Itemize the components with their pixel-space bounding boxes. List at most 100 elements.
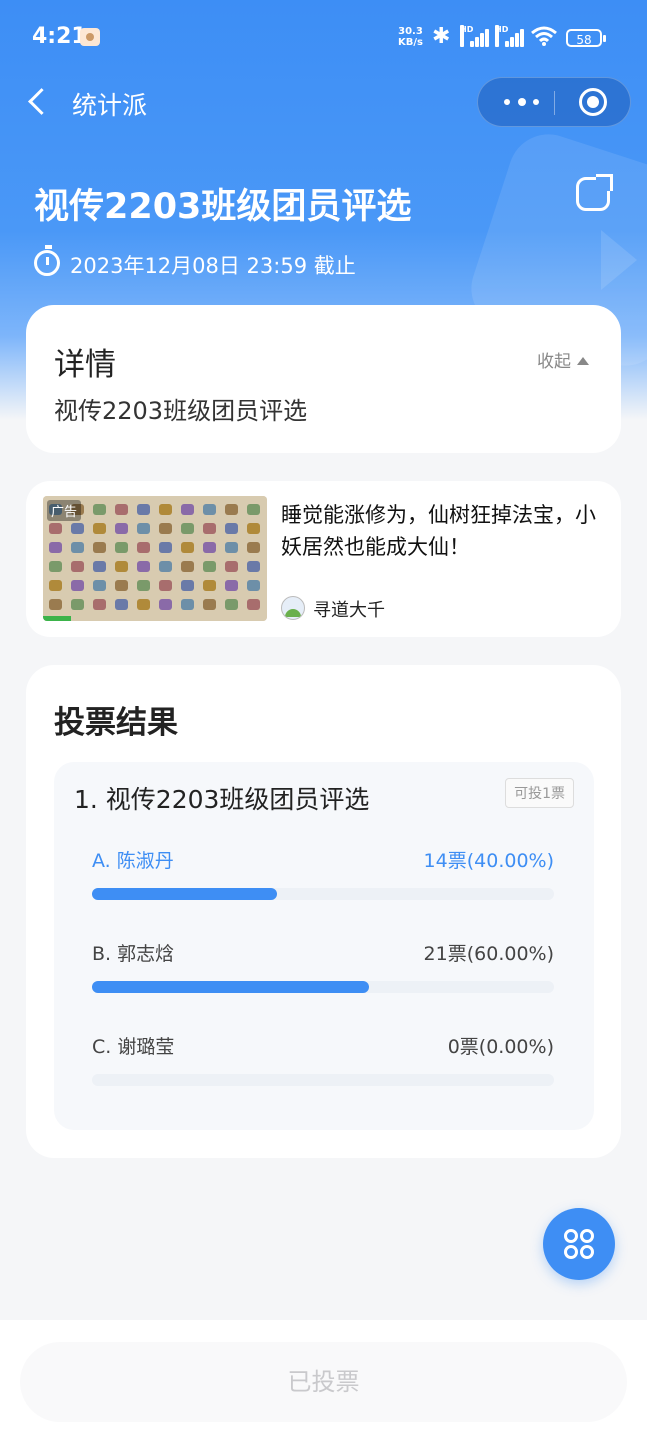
ad-item-thumb bbox=[137, 504, 150, 515]
question-title: 1. 视传2203班级团员评选 bbox=[74, 785, 370, 814]
ad-item-thumb bbox=[115, 542, 128, 553]
ad-item-thumb bbox=[159, 561, 172, 572]
ad-item-thumb bbox=[137, 561, 150, 572]
ad-source-name[interactable]: 寻道大千 bbox=[313, 596, 385, 622]
question-box: 1. 视传2203班级团员评选 可投1票 A. 陈淑丹 14票(40.00%) … bbox=[54, 762, 594, 1130]
more-icon[interactable] bbox=[500, 78, 550, 126]
ad-item-thumb bbox=[49, 542, 62, 553]
wifi-icon bbox=[531, 26, 557, 46]
option-count: 0票(0.00%) bbox=[447, 1036, 554, 1058]
status-bar: 4:21 30.3 KB/s ✱ HD HD 58 bbox=[0, 0, 647, 78]
ad-item-thumb bbox=[71, 523, 84, 534]
ad-item-thumb bbox=[225, 580, 238, 591]
option-progress-fill bbox=[92, 888, 277, 900]
ad-item-thumb bbox=[225, 561, 238, 572]
ad-source-avatar bbox=[281, 596, 305, 620]
ad-item-thumb bbox=[181, 504, 194, 515]
clock-icon bbox=[34, 245, 60, 276]
ad-item-thumb bbox=[137, 523, 150, 534]
ad-item-thumb bbox=[71, 580, 84, 591]
deadline-text: 2023年12月08日 23:59 截止 bbox=[70, 254, 356, 278]
ad-card[interactable]: 广告 睡觉能涨修为，仙树狂掉法宝，小妖居然也能成大仙！ 寻道大千 bbox=[26, 481, 621, 637]
poll-title: 视传2203班级团员评选 bbox=[34, 187, 412, 227]
ad-item-thumb bbox=[203, 523, 216, 534]
ad-item-thumb bbox=[159, 580, 172, 591]
option-progress-track bbox=[92, 981, 554, 993]
ad-item-thumb bbox=[49, 599, 62, 610]
capsule-divider bbox=[554, 91, 555, 115]
option-count: 14票(40.00%) bbox=[423, 850, 554, 872]
ad-item-thumb bbox=[93, 580, 106, 591]
notification-icon bbox=[80, 28, 100, 46]
close-miniprogram-icon[interactable] bbox=[579, 88, 607, 116]
signal-hd-label-2: HD bbox=[495, 25, 508, 47]
network-speed-unit: KB/s bbox=[398, 37, 423, 48]
grid-menu-button[interactable] bbox=[543, 1208, 615, 1280]
ad-item-thumb bbox=[181, 542, 194, 553]
ad-item-thumb bbox=[203, 580, 216, 591]
ad-item-thumb bbox=[115, 504, 128, 515]
ad-item-thumb bbox=[159, 599, 172, 610]
option-label: B. 郭志焓 bbox=[92, 943, 175, 965]
details-description: 视传2203班级团员评选 bbox=[54, 397, 308, 425]
ad-item-thumb bbox=[115, 523, 128, 534]
ad-item-thumb bbox=[203, 504, 216, 515]
ad-item-thumb bbox=[159, 504, 172, 515]
signal-icon-2: HD bbox=[495, 25, 524, 47]
voted-button[interactable]: 已投票 bbox=[20, 1342, 627, 1422]
ad-item-thumb bbox=[247, 561, 260, 572]
option-label: C. 谢璐莹 bbox=[92, 1036, 175, 1058]
ad-item-thumb bbox=[115, 561, 128, 572]
ad-item-thumb bbox=[137, 542, 150, 553]
ad-item-thumb bbox=[181, 580, 194, 591]
ad-item-thumb bbox=[137, 599, 150, 610]
results-card: 投票结果 1. 视传2203班级团员评选 可投1票 A. 陈淑丹 14票(40.… bbox=[26, 665, 621, 1158]
ad-item-thumb bbox=[49, 561, 62, 572]
ad-item-thumb bbox=[225, 523, 238, 534]
ad-item-thumb bbox=[115, 580, 128, 591]
ad-headline[interactable]: 睡觉能涨修为，仙树狂掉法宝，小妖居然也能成大仙！ bbox=[281, 499, 596, 563]
ad-item-thumb bbox=[71, 542, 84, 553]
ad-item-thumb bbox=[71, 561, 84, 572]
ad-item-thumb bbox=[49, 580, 62, 591]
ad-item-thumb bbox=[225, 599, 238, 610]
status-time: 4:21 bbox=[32, 24, 87, 49]
ad-item-thumb bbox=[93, 504, 106, 515]
option-progress-track bbox=[92, 1074, 554, 1086]
collapse-label: 收起 bbox=[537, 352, 571, 372]
option-progress-fill bbox=[92, 981, 370, 993]
ad-item-thumb bbox=[181, 523, 194, 534]
ad-image[interactable]: 广告 bbox=[43, 496, 267, 621]
ad-item-thumb bbox=[93, 599, 106, 610]
ad-item-thumb bbox=[225, 504, 238, 515]
results-heading: 投票结果 bbox=[54, 705, 178, 741]
network-speed: 30.3 KB/s bbox=[398, 26, 423, 48]
option-progress-track bbox=[92, 888, 554, 900]
ad-badge[interactable]: 广告 bbox=[47, 500, 82, 521]
ad-item-thumb bbox=[247, 580, 260, 591]
signal-icon: HD bbox=[460, 25, 489, 47]
bottom-bar: 已投票 bbox=[0, 1320, 647, 1440]
ad-item-thumb bbox=[203, 542, 216, 553]
decorative-play-shape bbox=[601, 230, 637, 290]
back-icon[interactable] bbox=[22, 82, 62, 122]
share-icon[interactable] bbox=[576, 174, 613, 211]
ad-item-thumb bbox=[247, 542, 260, 553]
ad-item-thumb bbox=[159, 542, 172, 553]
ad-item-thumb bbox=[159, 523, 172, 534]
collapse-button[interactable]: 收起 bbox=[537, 347, 589, 372]
ad-item-thumb bbox=[247, 523, 260, 534]
option-count: 21票(60.00%) bbox=[423, 943, 554, 965]
miniprogram-capsule bbox=[477, 77, 631, 127]
bluetooth-icon: ✱ bbox=[432, 24, 451, 49]
ad-item-thumb bbox=[203, 599, 216, 610]
ad-item-thumb bbox=[203, 561, 216, 572]
details-heading: 详情 bbox=[54, 347, 116, 383]
ad-item-thumb bbox=[247, 504, 260, 515]
details-card: 详情 收起 视传2203班级团员评选 bbox=[26, 305, 621, 453]
ad-item-thumb bbox=[225, 542, 238, 553]
ad-item-thumb bbox=[181, 599, 194, 610]
network-speed-value: 30.3 bbox=[398, 26, 423, 37]
nav-title: 统计派 bbox=[72, 91, 148, 120]
ad-item-thumb bbox=[71, 599, 84, 610]
